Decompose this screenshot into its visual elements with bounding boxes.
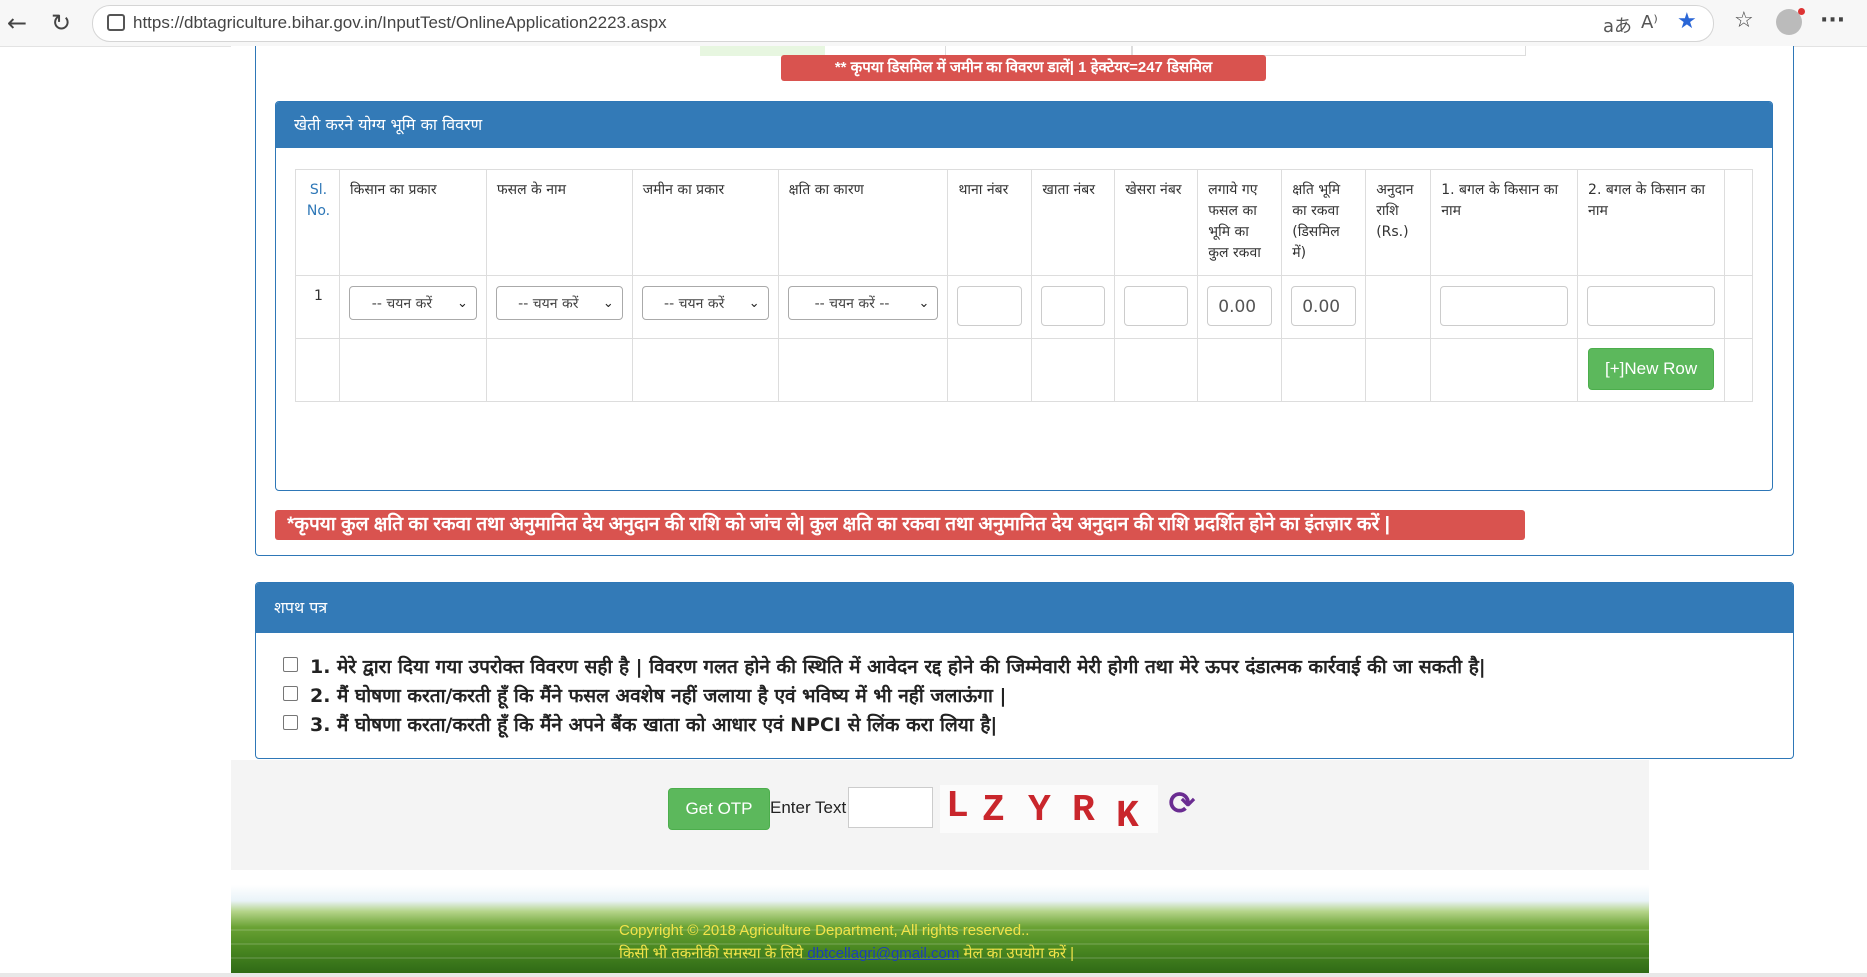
oath-title: शपथ पत्र: [256, 583, 1793, 633]
url-text: https://dbtagriculture.bihar.gov.in/Inpu…: [133, 13, 667, 32]
notification-dot: [1798, 8, 1805, 15]
captcha-char: Y: [1028, 789, 1051, 832]
col-header-neighbor-2: 2. बगल के किसान का नाम: [1588, 182, 1705, 219]
land-details-table: Sl. No. किसान का प्रकार फसल के नाम जमीन …: [295, 169, 1754, 402]
thana-no-input[interactable]: [957, 286, 1023, 326]
table-header-row: Sl. No. किसान का प्रकार फसल के नाम जमीन …: [295, 169, 1754, 276]
neighbor-1-input[interactable]: [1440, 286, 1569, 326]
get-otp-button[interactable]: Get OTP: [668, 788, 770, 830]
footer-email-link[interactable]: dbtcellagri@gmail.com: [807, 945, 959, 962]
oath-item-3: 3. मैं घोषणा करता/करती हूँ कि मैंने अपने…: [283, 711, 997, 737]
row-sl-no: 1: [314, 288, 323, 304]
neighbor-2-input[interactable]: [1587, 286, 1715, 326]
damage-reason-select[interactable]: -- चयन करें -- ⌄: [787, 286, 939, 320]
captcha-char: K: [1116, 795, 1139, 838]
address-bar[interactable]: https://dbtagriculture.bihar.gov.in/Inpu…: [92, 5, 1714, 42]
farmer-type-value: -- चयन करें: [371, 296, 433, 312]
total-area-input[interactable]: 0.00: [1207, 286, 1273, 326]
col-header-khesra-no: खेसरा नंबर: [1125, 182, 1182, 198]
col-header-khata-no: खाता नंबर: [1042, 182, 1096, 198]
captcha-image: L Z Y R K: [940, 785, 1158, 838]
oath-text-3: 3. मैं घोषणा करता/करती हूँ कि मैंने अपने…: [310, 714, 998, 736]
read-aloud-icon[interactable]: A⁾: [1641, 12, 1658, 33]
oath-checkbox-2[interactable]: [283, 686, 298, 701]
footer-copyright: Copyright © 2018 Agriculture Department,…: [619, 922, 1030, 939]
captcha-char: R: [1072, 789, 1095, 832]
footer-banner: Copyright © 2018 Agriculture Department,…: [231, 885, 1649, 973]
enter-text-label: Enter Text: [770, 798, 847, 817]
chevron-down-icon: ⌄: [748, 296, 760, 311]
lock-icon: [107, 14, 125, 31]
khesra-no-input[interactable]: [1124, 286, 1189, 326]
footer-contact-suffix: मेल का उपयोग करें |: [959, 945, 1075, 962]
crop-name-select[interactable]: -- चयन करें ⌄: [495, 286, 623, 320]
land-type-select[interactable]: -- चयन करें ⌄: [641, 286, 769, 320]
col-header-sl-no: Sl. No.: [306, 182, 331, 219]
captcha-refresh-icon[interactable]: ⟳: [1165, 786, 1199, 820]
col-header-farmer-type: किसान का प्रकार: [349, 182, 437, 198]
back-arrow-icon[interactable]: ←: [2, 8, 32, 38]
browser-toolbar: ← ↻ https://dbtagriculture.bihar.gov.in/…: [0, 0, 1867, 47]
chevron-down-icon: ⌄: [602, 296, 614, 311]
col-header-grant: अनुदान राशि (Rs.): [1376, 182, 1414, 240]
oath-text-2: 2. मैं घोषणा करता/करती हूँ कि मैंने फसल …: [310, 685, 1007, 707]
chevron-down-icon: ⌄: [456, 296, 468, 311]
favorites-icon[interactable]: ☆: [1734, 8, 1754, 33]
col-header-thana-no: थाना नंबर: [958, 182, 1009, 198]
damaged-area-input[interactable]: 0.00: [1291, 286, 1357, 326]
captcha-char: Z: [982, 789, 1005, 832]
footer-contact-prefix: किसी भी तकनीकी समस्या के लिये: [619, 945, 808, 962]
farmer-type-select[interactable]: -- चयन करें ⌄: [348, 286, 477, 320]
captcha-char: L: [946, 785, 969, 828]
dismil-note: ** कृपया डिसमिल में जमीन का विवरण डालें|…: [781, 55, 1266, 81]
damage-reason-value: -- चयन करें --: [814, 296, 890, 312]
oath-checkbox-3[interactable]: [283, 715, 298, 730]
window-bottom-edge: [0, 973, 1867, 977]
col-header-total-area: लगाये गए फसल का भूमि का कुल रकवा: [1208, 182, 1261, 261]
translate-icon[interactable]: aあ: [1603, 12, 1632, 38]
chevron-down-icon: ⌄: [918, 296, 930, 311]
captcha-input[interactable]: [848, 787, 933, 828]
table-action-row: [+]New Row: [295, 338, 1754, 402]
footer-contact: किसी भी तकनीकी समस्या के लिये dbtcellagr…: [619, 943, 1074, 963]
grant-amount: [1366, 276, 1430, 286]
oath-item-1: 1. मेरे द्वारा दिया गया उपरोक्त विवरण सह…: [283, 653, 1486, 679]
col-header-damage-reason: क्षति का कारण: [788, 182, 864, 198]
new-row-button[interactable]: [+]New Row: [1588, 348, 1715, 390]
check-amount-note: *कृपया कुल क्षति का रकवा तथा अनुमानित दे…: [275, 510, 1525, 540]
crop-name-value: -- चयन करें: [518, 296, 579, 312]
oath-text-1: 1. मेरे द्वारा दिया गया उपरोक्त विवरण सह…: [310, 656, 1486, 678]
col-header-neighbor-1: 1. बगल के किसान का नाम: [1441, 182, 1559, 219]
table-row: 1 -- चयन करें ⌄ -- चयन करें ⌄ -- चयन करें ⌄…: [295, 275, 1754, 339]
land-type-value: -- चयन करें: [664, 296, 725, 312]
col-header-land-type: जमीन का प्रकार: [642, 182, 725, 198]
reload-icon[interactable]: ↻: [46, 8, 76, 38]
land-details-title: खेती करने योग्य भूमि का विवरण: [276, 102, 1772, 148]
more-menu-icon[interactable]: ···: [1820, 8, 1845, 33]
favorite-star-icon[interactable]: ★: [1677, 9, 1697, 34]
col-header-crop-name: फसल के नाम: [496, 182, 567, 198]
oath-checkbox-1[interactable]: [283, 657, 298, 672]
khata-no-input[interactable]: [1041, 286, 1106, 326]
oath-item-2: 2. मैं घोषणा करता/करती हूँ कि मैंने फसल …: [283, 682, 1006, 708]
col-header-damaged-area: क्षति भूमि का रकवा (डिसमिल में): [1292, 182, 1341, 261]
